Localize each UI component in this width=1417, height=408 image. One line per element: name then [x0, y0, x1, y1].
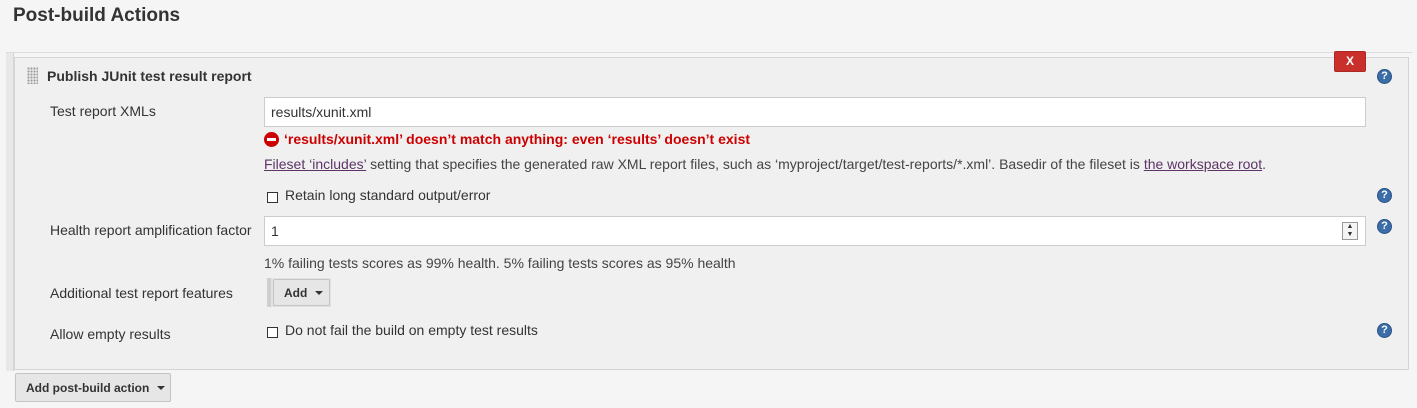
drag-handle-icon[interactable] [27, 67, 38, 84]
retain-output-row: Retain long standard output/error [267, 187, 490, 203]
help-icon[interactable]: ? [1377, 69, 1392, 84]
panel-title: Publish JUnit test result report [47, 68, 252, 84]
help-icon[interactable]: ? [1377, 219, 1392, 234]
test-report-xmls-label: Test report XMLs [50, 103, 156, 119]
validation-error: ‘results/xunit.xml’ doesn’t match anythi… [264, 131, 750, 147]
help-icon[interactable]: ? [1377, 188, 1392, 203]
error-icon [264, 131, 279, 147]
health-factor-description: 1% failing tests scores as 99% health. 5… [264, 255, 736, 271]
validation-error-text: ‘results/xunit.xml’ doesn’t match anythi… [284, 131, 751, 147]
caret-down-icon [315, 290, 324, 295]
workspace-root-link[interactable]: the workspace root [1144, 156, 1262, 172]
caret-down-icon [157, 385, 166, 390]
section-title: Post-build Actions [13, 5, 181, 26]
add-post-build-action-button[interactable]: Add post-build action [15, 373, 171, 402]
description-end: . [1262, 156, 1266, 172]
health-factor-label: Health report amplification factor [50, 222, 252, 238]
spinner-icon[interactable]: ▲ ▼ [1342, 222, 1358, 240]
health-factor-input[interactable]: 1 [264, 216, 1366, 246]
allow-empty-label: Allow empty results [50, 326, 171, 342]
allow-empty-checkbox-label: Do not fail the build on empty test resu… [285, 322, 538, 338]
test-report-xmls-description: Fileset ‘includes’ setting that specifie… [264, 156, 1266, 172]
allow-empty-row: Do not fail the build on empty test resu… [267, 322, 538, 338]
test-report-xmls-input[interactable]: results/xunit.xml [264, 97, 1366, 127]
retain-output-checkbox[interactable] [267, 192, 278, 203]
add-feature-button-label: Add [284, 285, 308, 300]
description-text: setting that specifies the generated raw… [366, 156, 1144, 172]
fileset-includes-link[interactable]: Fileset ‘includes’ [264, 156, 366, 172]
retain-output-label: Retain long standard output/error [285, 187, 491, 203]
allow-empty-checkbox[interactable] [267, 327, 278, 338]
add-post-build-action-label: Add post-build action [26, 380, 150, 395]
help-icon[interactable]: ? [1377, 323, 1392, 338]
additional-features-label: Additional test report features [50, 285, 233, 301]
add-feature-button[interactable]: Add [273, 279, 330, 306]
delete-step-button[interactable]: X [1334, 51, 1366, 72]
